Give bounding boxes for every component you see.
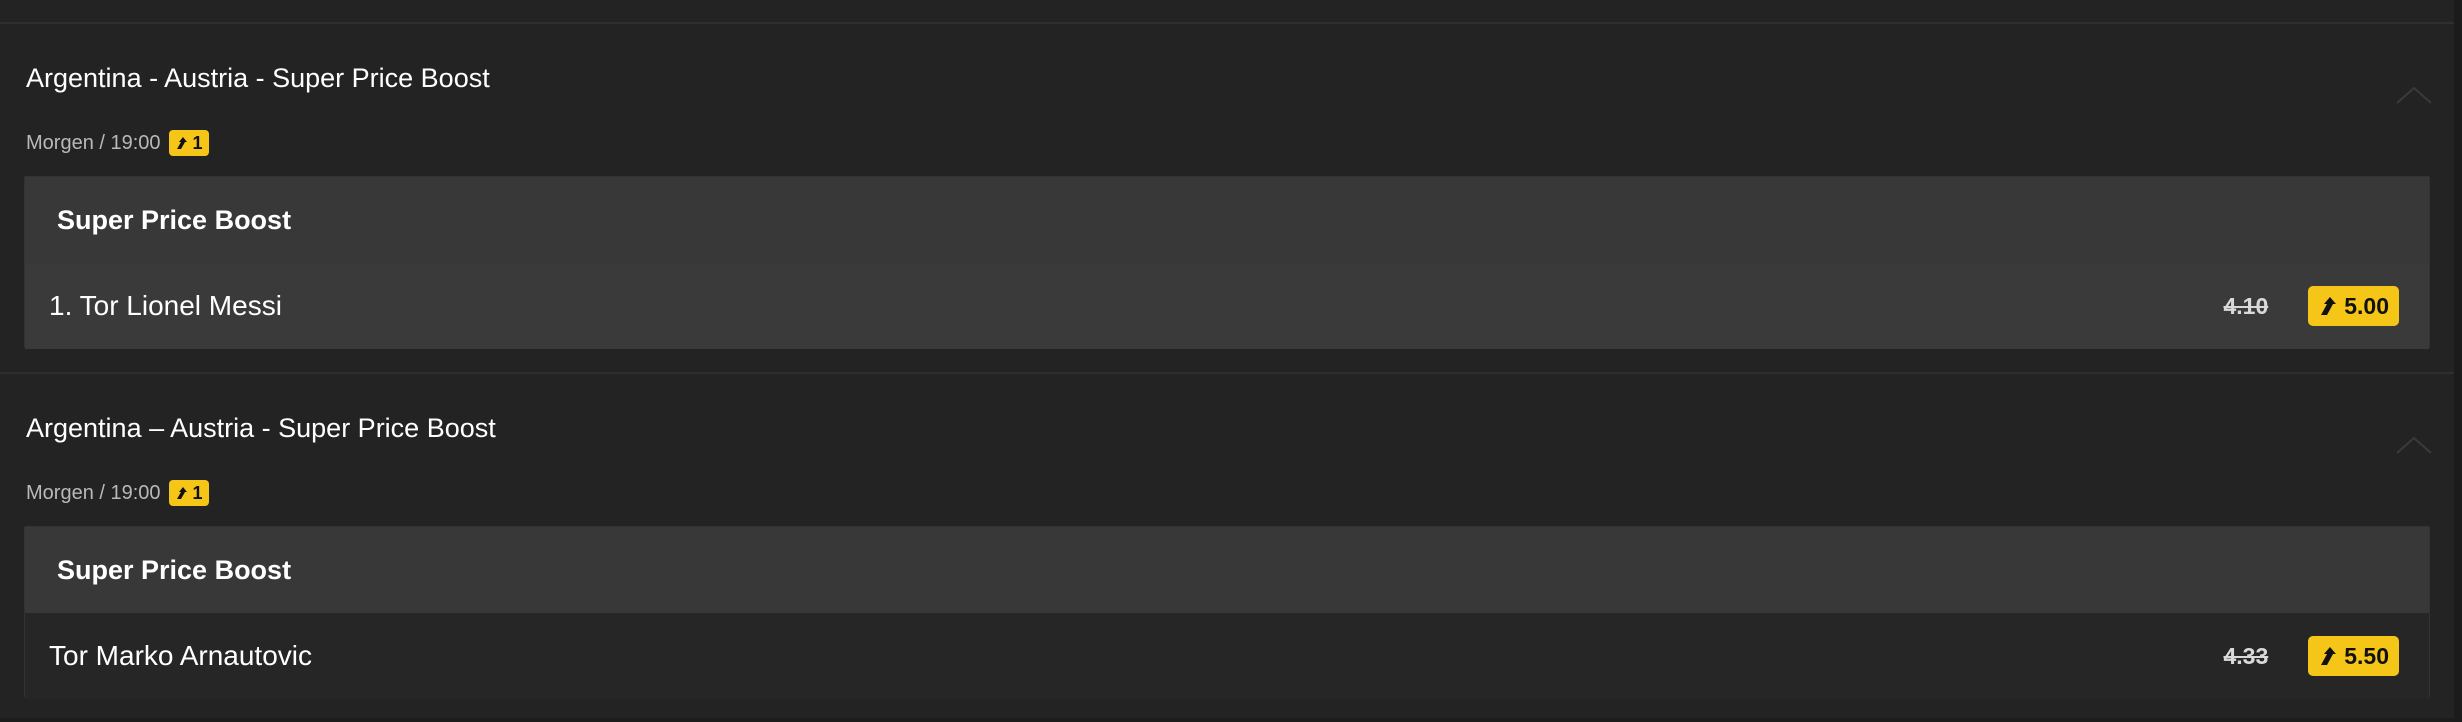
old-odds: 4.33 [2223,642,2269,669]
boost-arrow-icon [176,137,187,149]
divider [0,718,2462,722]
market-header: Super Price Boost [25,527,2429,613]
boost-count-badge: 1 [168,130,209,156]
selection-row: Tor Marko Arnautovic 4.33 5.50 [25,613,2429,699]
boosted-odds-value: 5.50 [2344,642,2389,669]
event-meta: Morgen / 19:00 1 [26,130,209,156]
boost-count: 1 [192,132,203,153]
boosted-odds-button[interactable]: 5.50 [2308,636,2399,676]
boost-arrow-icon [2321,297,2337,315]
event-title[interactable]: Argentina – Austria - Super Price Boost [26,412,496,444]
selection-name: Tor Marko Arnautovic [49,640,312,671]
market-box: Super Price Boost 1. Tor Lionel Messi 4.… [24,176,2430,349]
event-meta: Morgen / 19:00 1 [26,480,209,506]
event-time: Morgen / 19:00 [26,131,161,154]
boost-arrow-icon [2321,647,2337,665]
boosted-odds-button[interactable]: 5.00 [2308,286,2399,326]
event-title[interactable]: Argentina - Austria - Super Price Boost [26,62,490,94]
boosted-odds-value: 5.00 [2344,292,2389,319]
market-header: Super Price Boost [25,177,2429,263]
scrollbar-track[interactable] [2454,0,2462,722]
market-box: Super Price Boost Tor Marko Arnautovic 4… [24,526,2430,699]
event-card: Argentina - Austria - Super Price Boost … [0,24,2452,373]
boost-count: 1 [192,482,203,503]
event-time: Morgen / 19:00 [26,481,161,504]
chevron-up-icon[interactable] [2394,434,2434,456]
event-card: Argentina – Austria - Super Price Boost … [0,374,2452,722]
boost-count-badge: 1 [168,480,209,506]
boost-arrow-icon [176,487,187,499]
old-odds: 4.10 [2223,292,2269,319]
boost-events-panel: Argentina - Austria - Super Price Boost … [0,0,2462,722]
selection-name: 1. Tor Lionel Messi [49,290,282,321]
selection-row: 1. Tor Lionel Messi 4.10 5.00 [25,263,2429,349]
chevron-up-icon[interactable] [2394,84,2434,106]
